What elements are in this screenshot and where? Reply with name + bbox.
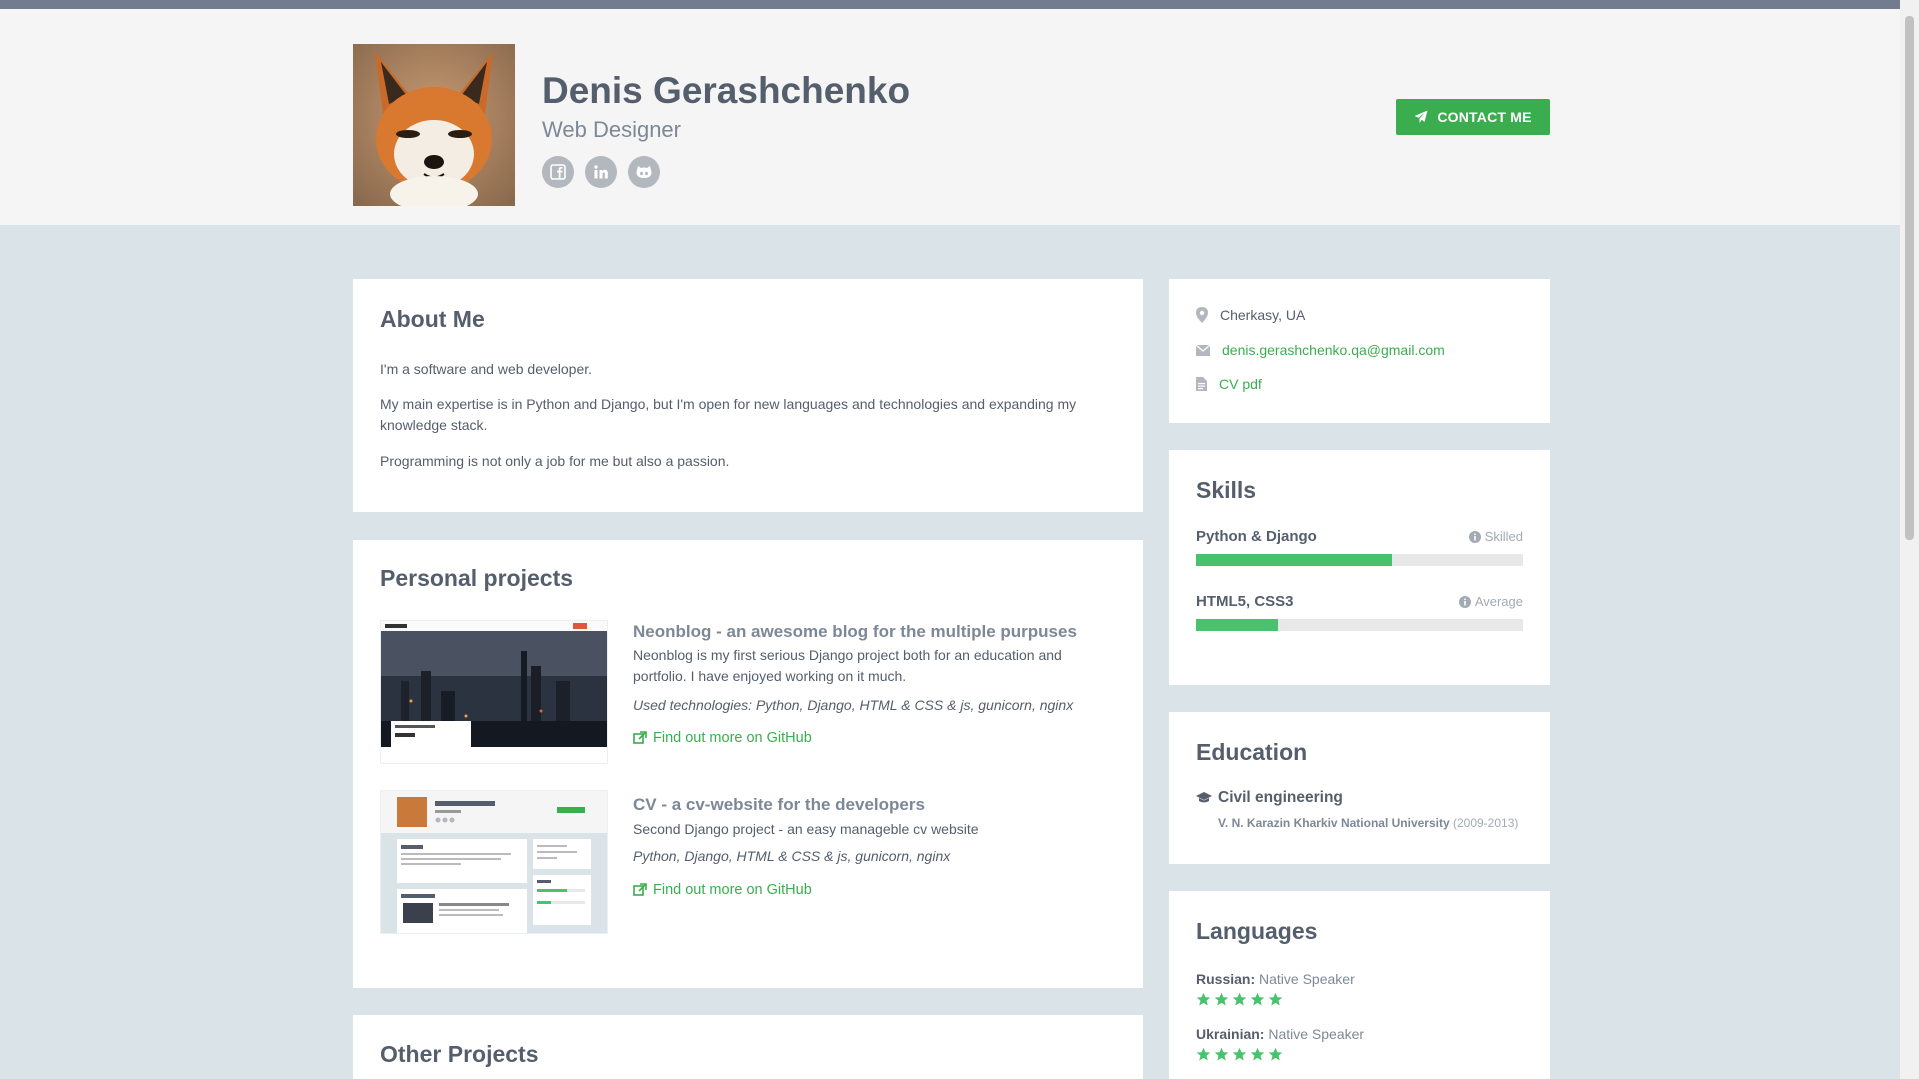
language-row: Russian: Native Speaker xyxy=(1196,971,1355,987)
other-projects-card: Other Projects xyxy=(353,1015,1143,1079)
location-row: Cherkasy, UA xyxy=(1196,307,1305,323)
star-icon xyxy=(1232,992,1247,1012)
star-icon xyxy=(1196,992,1211,1012)
scrollbar-thumb[interactable] xyxy=(1905,16,1914,540)
facebook-icon[interactable] xyxy=(542,156,574,188)
info-icon xyxy=(1468,530,1481,543)
map-marker-icon xyxy=(1196,307,1208,323)
star-icon xyxy=(1196,1047,1211,1067)
contact-me-button[interactable]: CONTACT ME xyxy=(1396,99,1550,135)
social-links xyxy=(542,156,660,188)
email-row: denis.gerashchenko.qa@gmail.com xyxy=(1196,342,1445,358)
language-name: Russian: xyxy=(1196,971,1256,987)
github-link-label: Find out more on GitHub xyxy=(653,730,812,746)
skill-level: Average xyxy=(1458,594,1523,609)
star-icon xyxy=(1232,1047,1247,1067)
github-link[interactable]: Find out more on GitHub xyxy=(633,730,812,746)
github-link[interactable]: Find out more on GitHub xyxy=(633,882,812,898)
education-title: Education xyxy=(1196,739,1308,765)
star-icon xyxy=(1250,1047,1265,1067)
about-card: About Me I'm a software and web develope… xyxy=(353,279,1143,512)
language-rating xyxy=(1196,1047,1283,1067)
linkedin-icon[interactable] xyxy=(585,156,617,188)
project-description: Neonblog is my first serious Django proj… xyxy=(633,647,1062,684)
info-icon xyxy=(1458,595,1471,608)
external-link-icon xyxy=(633,883,647,896)
skill-level-label: Skilled xyxy=(1484,529,1523,544)
graduation-cap-icon xyxy=(1196,792,1212,803)
languages-card: Languages Russian: Native Speaker Ukrain… xyxy=(1169,891,1550,1079)
other-projects-title: Other Projects xyxy=(380,1041,539,1067)
page-scrollbar[interactable] xyxy=(1900,0,1919,1079)
language-name: Ukrainian: xyxy=(1196,1026,1265,1042)
star-icon xyxy=(1250,992,1265,1012)
project-title[interactable]: Neonblog - an awesome blog for the multi… xyxy=(633,622,1077,642)
email-link[interactable]: denis.gerashchenko.qa@gmail.com xyxy=(1222,342,1445,358)
github-link-label: Find out more on GitHub xyxy=(653,882,812,898)
cv-pdf-link[interactable]: CV pdf xyxy=(1219,376,1262,392)
education-meta: V. N. Karazin Kharkiv National Universit… xyxy=(1218,816,1518,830)
skills-card: Skills Python & Django Skilled HTML5, CS… xyxy=(1169,450,1550,685)
skill-progress-fill xyxy=(1196,554,1393,566)
skill-progress-bar xyxy=(1196,619,1523,631)
degree-label: Civil engineering xyxy=(1218,789,1343,806)
language-level: Native Speaker xyxy=(1259,971,1355,987)
file-icon xyxy=(1196,377,1207,391)
about-paragraph: Programming is not only a job for me but… xyxy=(380,453,730,469)
star-icon xyxy=(1214,1047,1229,1067)
skill-level-label: Average xyxy=(1474,594,1523,609)
cv-website-screenshot[interactable] xyxy=(380,790,608,934)
envelope-icon xyxy=(1196,344,1210,356)
education-card: Education Civil engineering V. N. Karazi… xyxy=(1169,712,1550,864)
about-paragraph: My main expertise is in Python and Djang… xyxy=(380,396,1077,433)
university-name: V. N. Karazin Kharkiv National Universit… xyxy=(1218,816,1450,830)
project-technologies: Used technologies: Python, Django, HTML … xyxy=(633,697,1074,713)
cv-row: CV pdf xyxy=(1196,376,1262,392)
language-rating xyxy=(1196,992,1283,1012)
star-icon xyxy=(1268,1047,1283,1067)
skill-name: Python & Django xyxy=(1196,528,1317,545)
skill-progress-bar xyxy=(1196,554,1523,566)
skills-title: Skills xyxy=(1196,477,1257,503)
languages-title: Languages xyxy=(1196,918,1318,944)
profile-tagline: Web Designer xyxy=(542,117,681,142)
education-years: (2009-2013) xyxy=(1452,816,1519,830)
github-icon[interactable] xyxy=(628,156,660,188)
projects-title: Personal projects xyxy=(380,565,574,591)
language-row: Ukrainian: Native Speaker xyxy=(1196,1026,1364,1042)
project-technologies: Python, Django, HTML & CSS & js, gunicor… xyxy=(633,848,951,864)
project-title[interactable]: CV - a cv-website for the developers xyxy=(633,795,925,815)
about-paragraph: I'm a software and web developer. xyxy=(380,361,593,377)
education-degree: Civil engineering xyxy=(1196,789,1343,807)
contact-info-card: Cherkasy, UA denis.gerashchenko.qa@gmail… xyxy=(1169,279,1550,423)
star-icon xyxy=(1214,992,1229,1012)
external-link-icon xyxy=(633,731,647,744)
top-accent-bar xyxy=(0,0,1900,9)
skill-name: HTML5, CSS3 xyxy=(1196,593,1294,610)
profile-header: Denis Gerashchenko Web Designer CONTACT … xyxy=(0,9,1900,225)
star-icon xyxy=(1268,992,1283,1012)
contact-me-label: CONTACT ME xyxy=(1437,109,1532,125)
project-description: Second Django project - an easy managebl… xyxy=(633,821,979,837)
projects-card: Personal projects Neonblog - an awesome … xyxy=(353,540,1143,988)
profile-avatar xyxy=(353,44,515,206)
skill-progress-fill xyxy=(1196,619,1278,631)
language-level: Native Speaker xyxy=(1268,1026,1365,1042)
neonblog-screenshot[interactable] xyxy=(380,620,608,764)
paper-plane-icon xyxy=(1414,110,1428,123)
profile-name: Denis Gerashchenko xyxy=(542,70,911,111)
location-text: Cherkasy, UA xyxy=(1220,307,1306,323)
skill-level: Skilled xyxy=(1468,529,1523,544)
about-title: About Me xyxy=(380,306,485,332)
